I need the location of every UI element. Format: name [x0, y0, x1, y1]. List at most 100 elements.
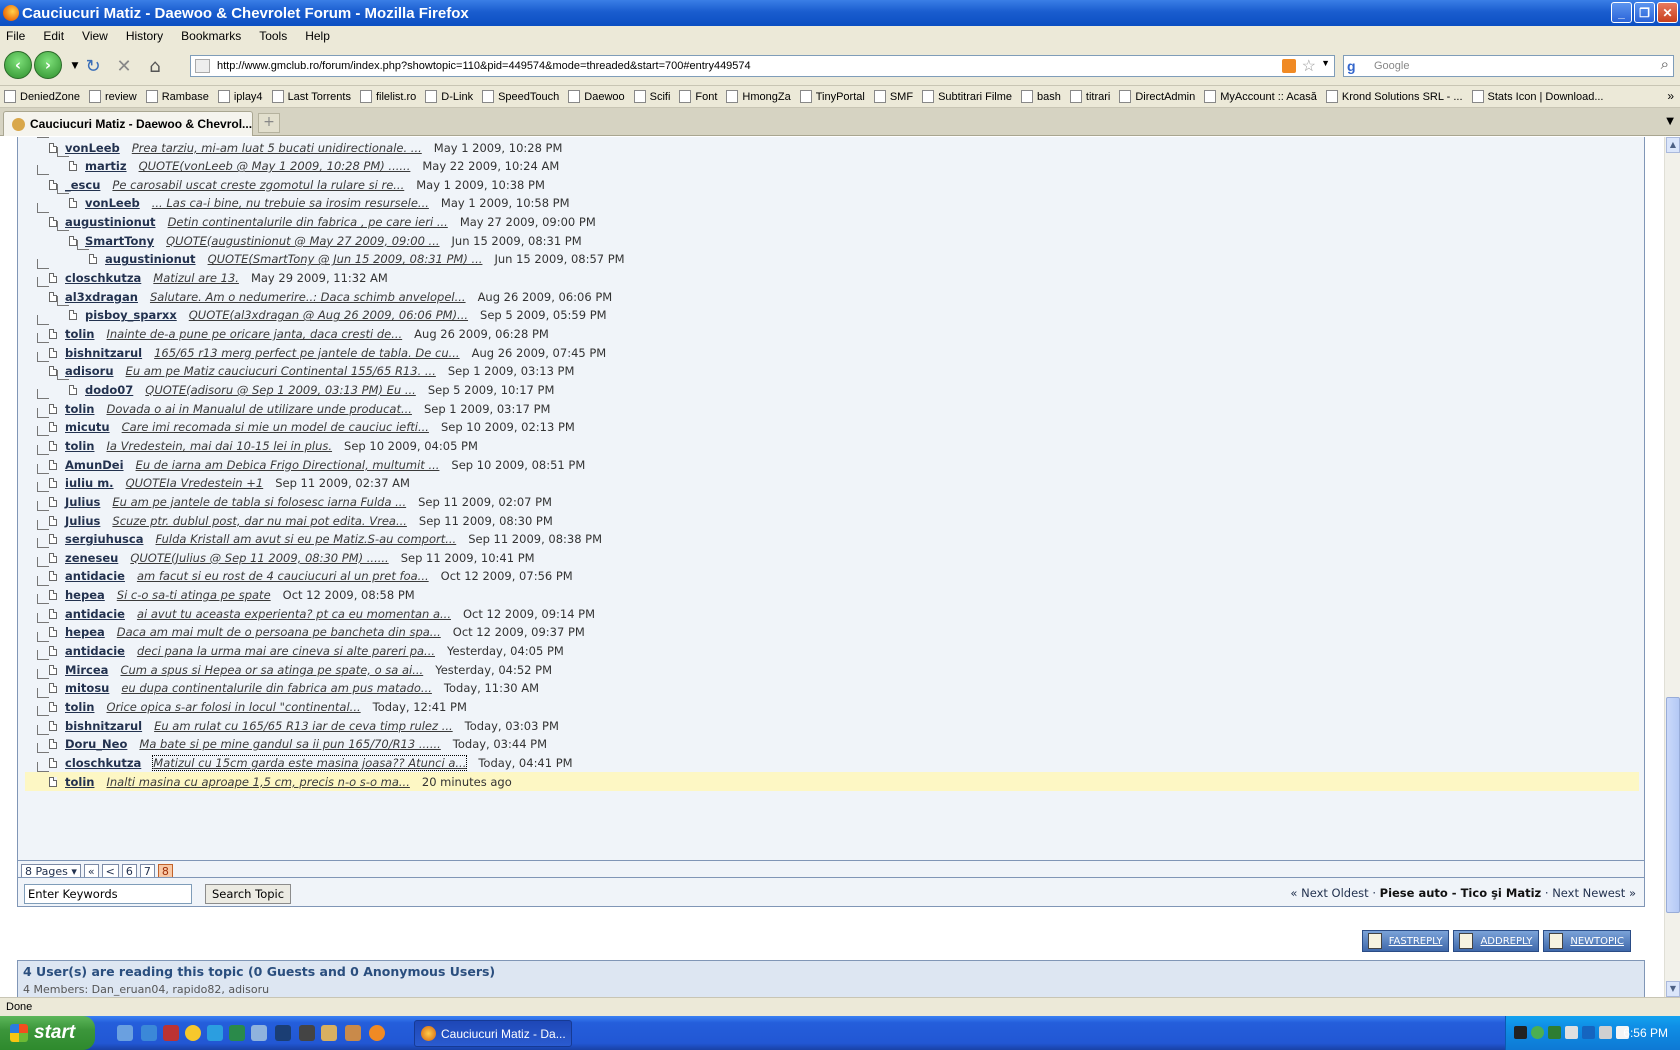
post-author-link[interactable]: AmunDei [65, 458, 124, 472]
post-author-link[interactable]: vonLeeb [65, 141, 120, 155]
post-author-link[interactable]: closchkutza [65, 271, 141, 285]
post-snippet-link[interactable]: Prea tarziu, mi-am luat 5 bucati unidire… [132, 141, 422, 155]
minimize-button[interactable]: _ [1611, 2, 1632, 23]
post-snippet-link[interactable]: QUOTE(vonLeeb @ May 1 2009, 10:28 PM) ..… [139, 159, 411, 173]
post-author-link[interactable]: iuliu m. [65, 476, 114, 490]
post-author-link[interactable]: mitosu [65, 681, 109, 695]
back-button[interactable]: ‹ [4, 51, 32, 79]
post-snippet-link[interactable]: eu dupa continentalurile din fabrica am … [121, 681, 432, 695]
bookmark-item[interactable]: Font [679, 90, 717, 103]
address-bar[interactable]: http://www.gmclub.ro/forum/index.php?sho… [190, 55, 1335, 77]
close-button[interactable]: ✕ [1657, 2, 1678, 23]
post-snippet-link[interactable]: Cum a spus si Hepea or sa atinga pe spat… [120, 663, 423, 677]
bookmark-item[interactable]: filelist.ro [359, 90, 416, 103]
fast-reply-button[interactable]: FASTREPLY [1361, 930, 1450, 952]
quicklaunch-icon[interactable] [163, 1025, 179, 1041]
bookmark-item[interactable]: Stats Icon | Download... [1471, 90, 1604, 103]
post-snippet-link[interactable]: ai avut tu aceasta experienta? pt ca eu … [137, 607, 451, 621]
taskbar-window-firefox[interactable]: Cauciucuri Matiz - Da... [414, 1020, 572, 1047]
search-icon[interactable]: ⌕ [1661, 56, 1669, 73]
new-tab-button[interactable]: + [258, 113, 280, 133]
bookmark-item[interactable]: Subtitrari Filme [922, 90, 1012, 103]
post-author-link[interactable]: bishnitzarul [65, 346, 142, 360]
post-author-link[interactable]: augustinionut [105, 252, 196, 266]
bookmark-item[interactable]: TinyPortal [799, 90, 865, 103]
steam-icon[interactable] [299, 1025, 315, 1041]
post-snippet-link[interactable]: Fulda Kristall am avut si eu pe Matiz.S-… [155, 532, 456, 546]
bookmark-item[interactable]: D-Link [425, 90, 473, 103]
post-author-link[interactable]: antidacie [65, 607, 125, 621]
quicklaunch-icon[interactable] [117, 1025, 133, 1041]
tray-icon[interactable] [1565, 1026, 1578, 1039]
post-snippet-link[interactable]: Eu am pe jantele de tabla si folosesc ia… [112, 495, 406, 509]
photoshop-icon[interactable] [275, 1025, 291, 1041]
forward-button[interactable]: › [34, 51, 62, 79]
new-topic-button[interactable]: NEWTOPIC [1543, 930, 1631, 952]
post-author-link[interactable]: vonLeeb [85, 196, 140, 210]
quicklaunch-icon[interactable] [251, 1025, 267, 1041]
bookmark-item[interactable]: review [88, 90, 137, 103]
post-author-link[interactable]: tolin [65, 439, 94, 453]
bookmark-item[interactable]: MyAccount :: Acasă [1204, 90, 1317, 103]
post-snippet-link[interactable]: QUOTEIa Vredestein +1 [126, 476, 264, 490]
post-snippet-link[interactable]: Daca am mai mult de o persoana pe banche… [117, 625, 441, 639]
post-snippet-link[interactable]: Inainte de-a pune pe oricare janta, daca… [106, 327, 402, 341]
menu-history[interactable]: History [126, 29, 163, 43]
post-snippet-link[interactable]: Ia Vredestein, mai dai 10-15 lei in plus… [106, 439, 332, 453]
post-snippet-link[interactable]: Detin continentalurile din fabrica , pe … [168, 215, 448, 229]
next-oldest-link[interactable]: « Next Oldest [1290, 886, 1368, 900]
google-engine-icon[interactable]: g [1347, 58, 1363, 74]
post-author-link[interactable]: SmartTony [85, 234, 154, 248]
post-snippet-link[interactable]: QUOTE(augustinionut @ May 27 2009, 09:00… [166, 234, 439, 248]
scroll-down-icon[interactable]: ▼ [1666, 981, 1680, 997]
post-snippet-link[interactable]: 165/65 r13 merg perfect pe jantele de ta… [154, 346, 459, 360]
bookmark-item[interactable]: Scifi [633, 90, 670, 103]
post-author-link[interactable]: tolin [65, 775, 94, 789]
forum-link[interactable]: Piese auto - Tico şi Matiz [1380, 886, 1542, 900]
restore-button[interactable]: ❐ [1634, 2, 1655, 23]
post-author-link[interactable]: hepea [65, 588, 105, 602]
post-author-link[interactable]: Julius [65, 495, 100, 509]
post-author-link[interactable]: adisoru [65, 364, 114, 378]
post-snippet-link[interactable]: Care imi recomada si mie un model de cau… [122, 420, 429, 434]
post-snippet-link[interactable]: Ma bate si pe mine gandul sa ii pun 165/… [139, 737, 440, 751]
scroll-thumb[interactable] [1666, 697, 1680, 913]
post-author-link[interactable]: tolin [65, 327, 94, 341]
rss-icon[interactable] [1282, 59, 1296, 73]
bookmarks-overflow-icon[interactable]: » [1667, 89, 1674, 103]
next-newest-link[interactable]: Next Newest » [1552, 886, 1636, 900]
post-snippet-link[interactable]: Orice opica s-ar folosi in locul "contin… [106, 700, 360, 714]
menu-view[interactable]: View [82, 29, 108, 43]
bookmark-star-icon[interactable]: ☆ [1302, 56, 1316, 76]
site-identity-icon[interactable] [195, 59, 210, 73]
search-topic-button[interactable]: Search Topic [205, 884, 291, 904]
reload-icon[interactable]: ↻ [82, 55, 104, 77]
bookmark-item[interactable]: Krond Solutions SRL - ... [1325, 90, 1463, 103]
post-author-link[interactable]: antidacie [65, 569, 125, 583]
post-snippet-link[interactable]: Inalti masina cu aproape 1,5 cm, precis … [106, 775, 409, 789]
url-dropdown-icon[interactable]: ▼ [1321, 58, 1330, 68]
tab-active[interactable]: Cauciucuri Matiz - Daewoo & Chevrol... [3, 111, 253, 136]
menu-bookmarks[interactable]: Bookmarks [181, 29, 241, 43]
bookmark-item[interactable]: DeniedZone [4, 90, 80, 103]
bookmark-item[interactable]: SpeedTouch [482, 90, 559, 103]
quicklaunch-icon[interactable] [321, 1025, 337, 1041]
post-author-link[interactable]: Doru_Neo [65, 737, 127, 751]
menu-edit[interactable]: Edit [43, 29, 64, 43]
menu-file[interactable]: File [6, 29, 25, 43]
firefox-quicklaunch-icon[interactable] [369, 1025, 385, 1041]
bookmark-item[interactable]: Daewoo [568, 90, 625, 103]
post-snippet-link[interactable]: Dovada o ai in Manualul de utilizare und… [106, 402, 411, 416]
quicklaunch-icon[interactable] [345, 1025, 361, 1041]
post-snippet-link[interactable]: QUOTE(adisoru @ Sep 1 2009, 03:13 PM) Eu… [145, 383, 416, 397]
post-author-link[interactable]: Mircea [65, 663, 108, 677]
post-author-link[interactable]: _escu [65, 178, 100, 192]
post-author-link[interactable]: bishnitzarul [65, 719, 142, 733]
post-snippet-link[interactable]: am facut si eu rost de 4 cauciucuri al u… [137, 569, 429, 583]
home-icon[interactable]: ⌂ [144, 55, 166, 77]
post-author-link[interactable]: tolin [65, 700, 94, 714]
tab-list-icon[interactable]: ▼ [1666, 116, 1674, 127]
post-snippet-link[interactable]: Salutare. Am o nedumerire..: Daca schimb… [150, 290, 466, 304]
post-snippet-link[interactable]: QUOTE(Julius @ Sep 11 2009, 08:30 PM) ..… [130, 551, 388, 565]
post-snippet-link[interactable]: deci pana la urma mai are cineva si alte… [137, 644, 435, 658]
